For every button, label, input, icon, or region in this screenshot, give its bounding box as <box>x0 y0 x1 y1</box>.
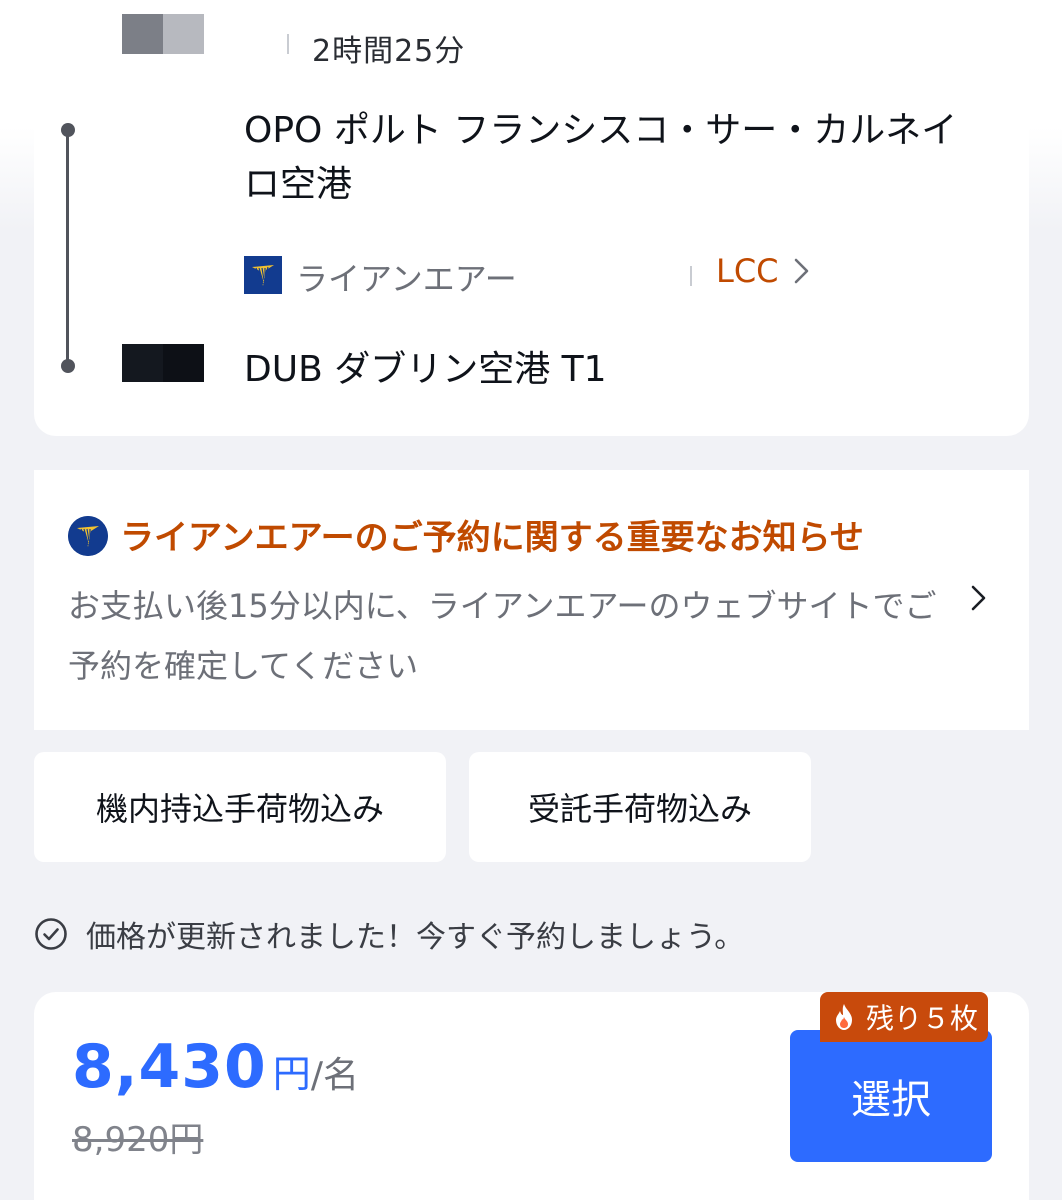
airline-logo-icon <box>244 256 282 294</box>
original-price: 8,920円 <box>72 1120 204 1160</box>
price-card: 8,430 円 /名 8,920円 選択 残り５枚 <box>34 992 1029 1200</box>
departure-time-redacted <box>122 14 204 54</box>
flame-icon <box>836 1004 852 1030</box>
price-currency: 円 <box>272 1052 311 1096</box>
checked-baggage-chip[interactable]: 受託手荷物込み <box>469 752 811 862</box>
airline-name: ライアンエアー <box>296 260 517 298</box>
timeline-line <box>66 130 69 366</box>
flight-duration: 2時間25分 <box>312 34 466 69</box>
notice-body: お支払い後15分以内に、ライアンエアーのウェブサイトでご予約を確定してください <box>68 587 937 685</box>
carry-on-baggage-chip[interactable]: 機内持込手荷物込み <box>34 752 446 862</box>
destination-airport: DUB ダブリン空港 T1 <box>244 349 607 390</box>
chevron-right-icon <box>794 258 808 284</box>
timeline-origin-dot <box>61 123 75 137</box>
select-button[interactable]: 選択 <box>790 1030 992 1162</box>
seats-remaining-badge: 残り５枚 <box>820 992 989 1042</box>
lcc-info-link[interactable]: LCC <box>716 252 813 290</box>
duration-divider <box>287 34 289 54</box>
timeline-destination-dot <box>61 359 75 373</box>
seats-remaining-text: 残り５枚 <box>866 1002 979 1035</box>
price-per-person: /名 <box>310 1055 359 1096</box>
check-circle-icon <box>35 918 67 950</box>
origin-airport: OPO ポルト フランシスコ・サー・カルネイロ空港 <box>244 110 958 205</box>
flight-detail-page: 2時間25分 OPO ポルト フランシスコ・サー・カルネイロ空港 ライアンエアー… <box>0 0 1062 1200</box>
lcc-divider <box>690 266 692 286</box>
price-amount: 8,430 <box>72 1032 267 1102</box>
price-updated-notice: 価格が更新されました！今すぐ予約しましょう。 <box>34 912 744 956</box>
chevron-right-icon <box>971 585 986 611</box>
price-row: 8,430 円 /名 <box>72 1032 359 1102</box>
lcc-label: LCC <box>716 252 779 290</box>
harp-logo-icon <box>68 516 108 556</box>
price-updated-text: 価格が更新されました！今すぐ予約しましょう。 <box>86 920 745 955</box>
notice-title: ライアンエアーのご予約に関する重要なお知らせ <box>120 518 864 558</box>
arrival-time-redacted <box>122 344 204 382</box>
airline-notice[interactable]: ライアンエアーのご予約に関する重要なお知らせ お支払い後15分以内に、ライアンエ… <box>34 470 1029 730</box>
